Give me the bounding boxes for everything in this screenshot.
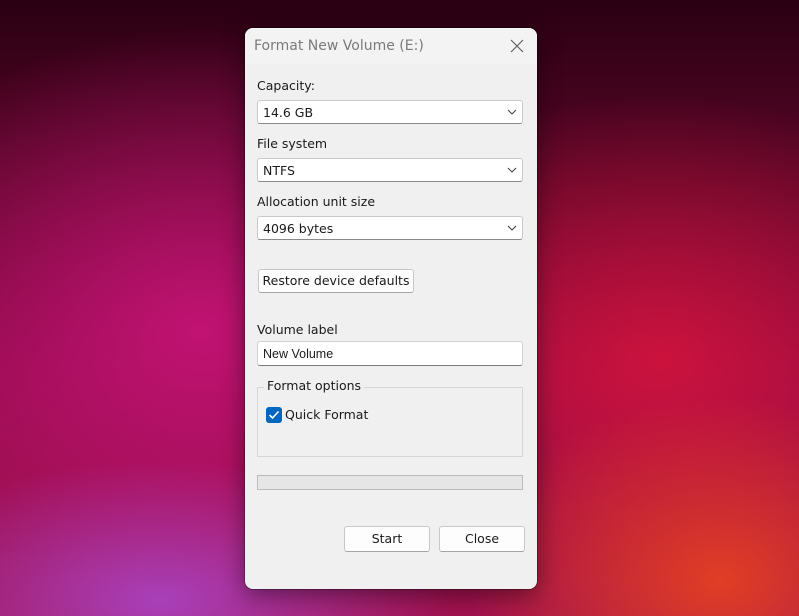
volume-label-input[interactable]: [257, 341, 523, 366]
format-dialog: Format New Volume (E:) Capacity: 14.6 GB…: [245, 28, 537, 589]
close-icon[interactable]: [508, 37, 526, 55]
allocation-unit-dropdown[interactable]: 4096 bytes: [257, 216, 523, 240]
capacity-dropdown[interactable]: 14.6 GB: [257, 100, 523, 124]
chevron-down-icon: [507, 167, 517, 173]
title-bar: Format New Volume (E:): [245, 28, 537, 64]
checkmark-icon: [268, 410, 280, 420]
quick-format-label[interactable]: Quick Format: [285, 407, 368, 422]
capacity-label: Capacity:: [257, 78, 315, 93]
format-options-group: Format options Quick Format: [257, 378, 523, 457]
dialog-title: Format New Volume (E:): [254, 38, 424, 54]
file-system-value: NTFS: [263, 163, 295, 178]
file-system-label: File system: [257, 136, 328, 151]
capacity-value: 14.6 GB: [263, 105, 314, 120]
start-button[interactable]: Start: [344, 526, 430, 552]
volume-label-label: Volume label: [257, 322, 338, 337]
restore-defaults-button[interactable]: Restore device defaults: [258, 269, 414, 293]
allocation-unit-value: 4096 bytes: [263, 221, 334, 236]
chevron-down-icon: [507, 109, 517, 115]
format-progress-bar: [257, 475, 523, 490]
file-system-dropdown[interactable]: NTFS: [257, 158, 523, 182]
desktop-background: Format New Volume (E:) Capacity: 14.6 GB…: [0, 0, 799, 616]
format-options-legend: Format options: [264, 378, 365, 393]
chevron-down-icon: [507, 225, 517, 231]
quick-format-checkbox[interactable]: [266, 407, 282, 423]
close-button[interactable]: Close: [439, 526, 525, 552]
allocation-unit-label: Allocation unit size: [257, 194, 376, 209]
